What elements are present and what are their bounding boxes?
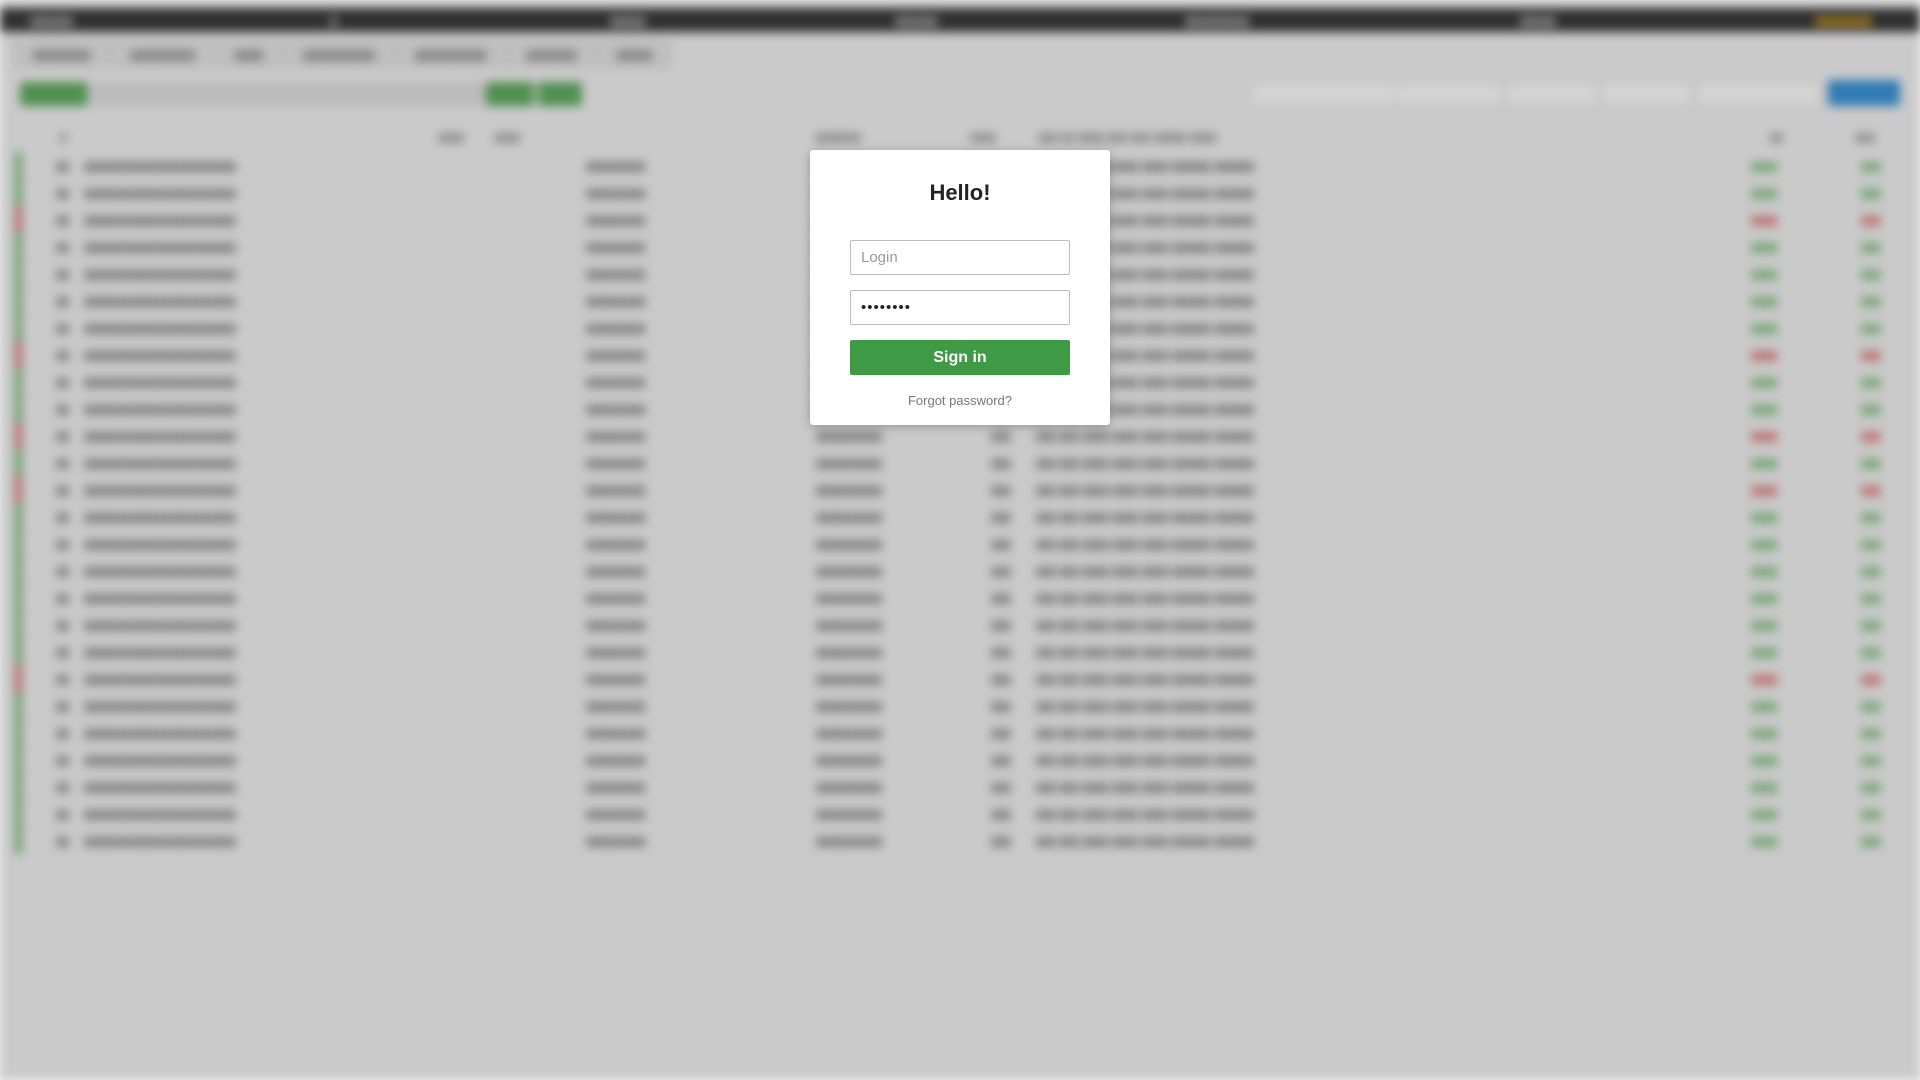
forgot-password-link[interactable]: Forgot password? [810,393,1110,408]
modal-title: Hello! [929,180,991,205]
sign-in-button[interactable]: Sign in [850,340,1070,375]
password-input[interactable] [850,290,1070,325]
login-modal: Hello! Sign in Forgot password? [810,150,1110,425]
login-input[interactable] [850,240,1070,275]
